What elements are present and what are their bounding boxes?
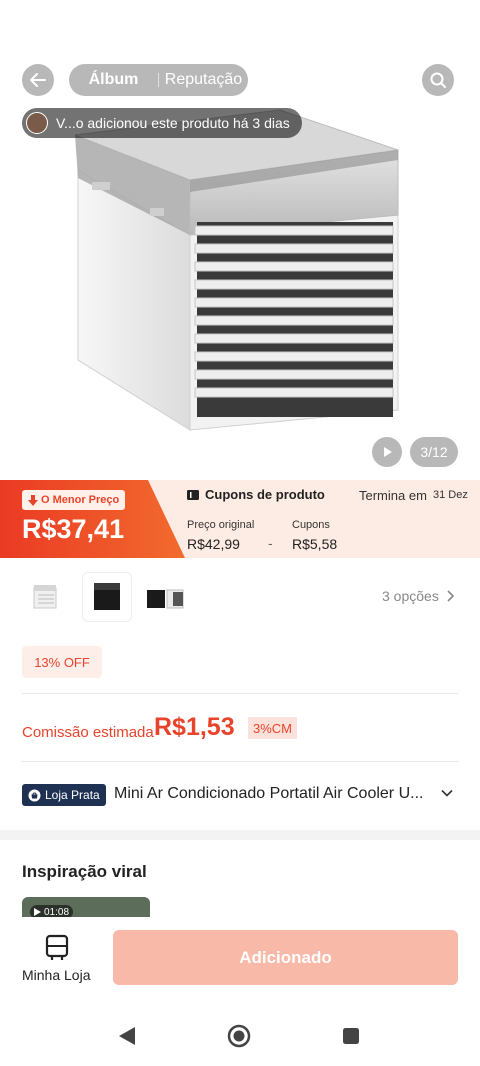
back-button[interactable] [22, 64, 54, 96]
search-icon [430, 72, 446, 88]
store-icon [45, 934, 69, 960]
discount-badge: 13% OFF [22, 646, 102, 678]
current-price: R$37,41 [22, 514, 125, 544]
ends-date: 31 Dez [433, 489, 468, 501]
shop-tier-label: Loja Prata [45, 788, 100, 802]
play-video-button[interactable] [372, 437, 402, 467]
viral-inspiration-title: Inspiração viral [22, 862, 147, 881]
section-separator [0, 830, 480, 840]
lowest-price-badge: O Menor Preço [22, 490, 126, 510]
video-duration-badge: 01:08 [30, 905, 74, 918]
video-duration: 01:08 [44, 906, 70, 918]
coupons-title: Cupons de produto [205, 487, 325, 502]
variant-both-image [147, 589, 184, 609]
variant-options-link[interactable]: 3 opções [382, 588, 455, 604]
tab-reputacao[interactable]: Reputação [159, 71, 248, 89]
variant-thumb-white[interactable] [22, 574, 68, 620]
original-price-label: Preço original [187, 519, 255, 531]
added-button[interactable]: Adicionado [113, 930, 458, 985]
coupons-header: Cupons de produto [187, 487, 325, 502]
system-nav-bar [0, 1000, 480, 1066]
my-store-label[interactable]: Minha Loja [22, 967, 91, 983]
arrow-left-icon [30, 73, 46, 87]
coupon-label: Cupons [292, 519, 330, 531]
divider [22, 761, 458, 762]
gallery-counter: 3/12 [410, 437, 458, 467]
viral-video-thumb[interactable]: 01:08 [22, 897, 150, 917]
chevron-down-icon [441, 789, 453, 797]
variant-thumb-both[interactable] [142, 574, 188, 620]
avatar [26, 112, 48, 134]
play-icon [384, 447, 392, 457]
expand-title-button[interactable] [440, 786, 454, 805]
search-button[interactable] [422, 64, 454, 96]
coupon-value: R$5,58 [292, 536, 338, 552]
product-title: Mini Ar Condicionado Portatil Air Cooler… [114, 785, 424, 802]
lowest-price-label: O Menor Preço [41, 494, 120, 506]
shop-icon [28, 789, 41, 801]
variant-black-image [94, 583, 120, 610]
gallery-tabs: Álbum Reputação [69, 64, 248, 96]
divider [22, 693, 458, 694]
commission-value: R$1,53 [154, 713, 235, 741]
minus-sign: - [268, 535, 273, 551]
variant-thumb-black[interactable] [82, 572, 132, 622]
tab-album[interactable]: Álbum [69, 71, 158, 89]
nav-back-icon[interactable] [118, 1026, 136, 1046]
commission-label: Comissão estimada [22, 724, 154, 741]
nav-recents-icon[interactable] [342, 1027, 360, 1045]
commission-rate-badge: 3%CM [248, 717, 298, 739]
original-price: R$42,99 [187, 536, 240, 552]
options-label: 3 opções [382, 588, 439, 604]
my-store-button[interactable] [44, 934, 70, 967]
coupon-icon [187, 489, 199, 500]
chevron-right-icon [447, 590, 454, 602]
notification-text: V...o adicionou este produto há 3 dias [56, 115, 290, 131]
variant-white-image [33, 585, 57, 609]
play-icon [34, 908, 41, 916]
added-notification: V...o adicionou este produto há 3 dias [22, 108, 302, 138]
nav-home-icon[interactable] [227, 1024, 251, 1048]
ends-label: Termina em [359, 488, 427, 503]
shop-tier-badge: Loja Prata [22, 784, 106, 806]
arrow-down-icon [28, 494, 38, 506]
